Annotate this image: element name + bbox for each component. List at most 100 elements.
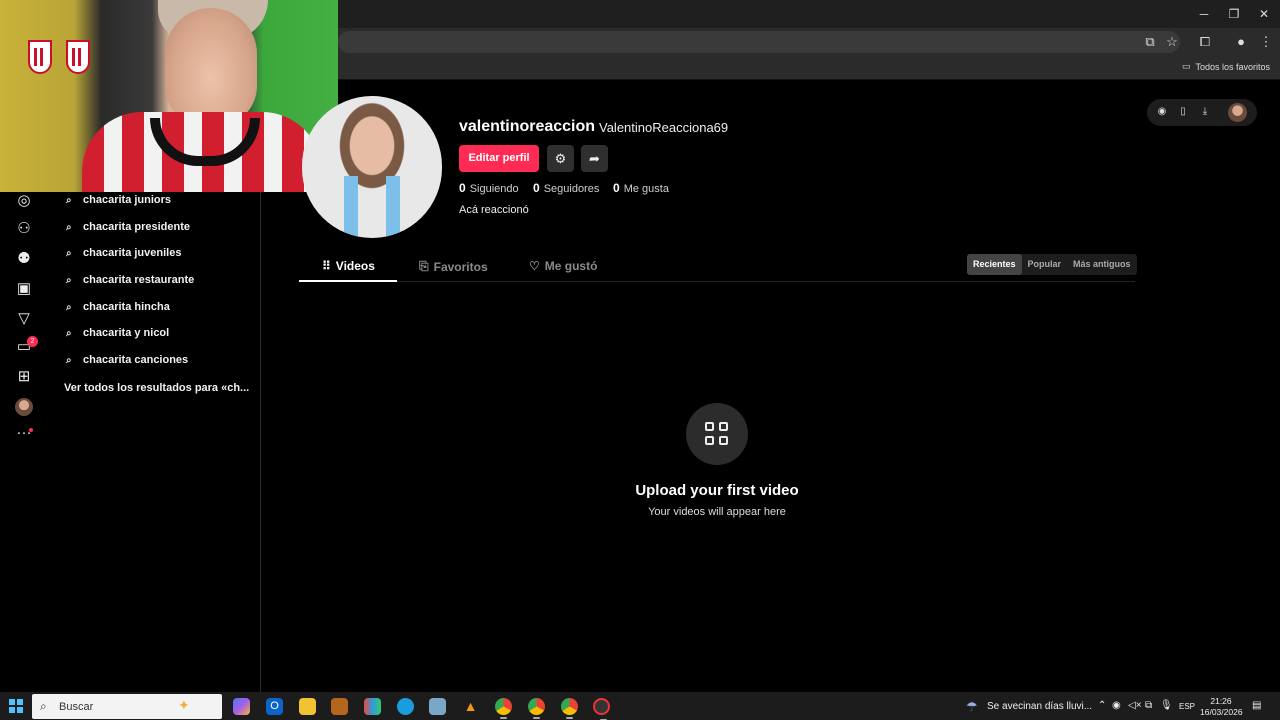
- jersey-stripe: [386, 176, 400, 238]
- clock-date: 16/03/2026: [1200, 707, 1243, 717]
- search-icon: ⌕: [40, 699, 47, 713]
- profile-avatar[interactable]: [15, 398, 33, 416]
- profile-avatar-icon[interactable]: ●: [1232, 33, 1250, 51]
- address-bar[interactable]: [338, 31, 1180, 53]
- tab-favorites[interactable]: ⎘ Favoritos: [419, 259, 488, 274]
- mobile-icon[interactable]: ▯: [1176, 105, 1190, 119]
- folder-icon: ▭: [1181, 61, 1191, 71]
- profile-bio: Acá reaccionó: [459, 204, 529, 216]
- windows-start-icon[interactable]: [9, 699, 23, 713]
- search-suggestion[interactable]: ⌕ chacarita canciones: [66, 351, 188, 369]
- left-sidebar: [0, 192, 261, 692]
- edit-profile-button[interactable]: Editar perfil: [459, 145, 539, 172]
- all-bookmarks-label: Todos los favoritos: [1195, 61, 1270, 72]
- search-suggestion[interactable]: ⌕ chacarita restaurante: [66, 271, 194, 289]
- likes-count: 0: [613, 181, 620, 195]
- webcam-overlay: [0, 0, 338, 192]
- winrar-icon[interactable]: [364, 698, 381, 715]
- outlook-icon[interactable]: O: [266, 698, 283, 715]
- search-icon: ⌕: [66, 327, 72, 339]
- microphone-icon[interactable]: 🎙: [1160, 700, 1173, 711]
- extensions-icon[interactable]: ⧠: [1196, 33, 1214, 51]
- active-tab-indicator: [299, 280, 397, 282]
- suggestion-label: chacarita canciones: [83, 354, 189, 366]
- weather-rain-icon: ☂: [966, 699, 978, 714]
- share-icon[interactable]: ➦: [581, 145, 608, 172]
- followers-stat[interactable]: 0 Seguidores: [533, 181, 599, 195]
- upload-icon[interactable]: ⊞: [14, 367, 34, 387]
- volume-icon[interactable]: ◁×: [1128, 700, 1142, 711]
- bookmark-star-icon[interactable]: ☆: [1163, 33, 1181, 51]
- live-icon[interactable]: ▣: [14, 279, 34, 299]
- tab-label: Videos: [335, 259, 375, 273]
- vlc-icon[interactable]: ▲: [462, 698, 479, 715]
- edge-icon[interactable]: [397, 698, 414, 715]
- search-suggestion[interactable]: ⌕ chacarita y nicol: [66, 324, 169, 342]
- coins-icon[interactable]: ◉: [1155, 105, 1169, 119]
- empty-grid-icon: [686, 403, 748, 465]
- tab-videos[interactable]: ⠿ Videos: [322, 259, 375, 273]
- taskbar-clock[interactable]: 21:26 16/03/2026: [1200, 696, 1243, 718]
- search-suggestion[interactable]: ⌕ chacarita presidente: [66, 218, 190, 236]
- search-suggestion[interactable]: ⌕ chacarita juveniles: [66, 244, 181, 262]
- inbox-send-icon[interactable]: ▽: [14, 309, 34, 329]
- search-suggestion[interactable]: ⌕ chacarita juniors: [66, 191, 171, 209]
- network-icon[interactable]: ⧉: [1145, 700, 1152, 711]
- followers-label: Seguidores: [543, 183, 600, 195]
- profile-photo[interactable]: [302, 96, 442, 238]
- sort-oldest[interactable]: Más antiguos: [1067, 254, 1137, 275]
- taskbar-search-label: Buscar: [59, 701, 94, 713]
- suggestion-label: chacarita restaurante: [83, 274, 195, 286]
- grid-icon: ⠿: [322, 259, 331, 273]
- restore-icon[interactable]: ❐: [1220, 4, 1248, 24]
- obs-icon[interactable]: [593, 698, 610, 720]
- suggestion-label: chacarita y nicol: [83, 327, 170, 339]
- weather-text[interactable]: Se avecinan días lluvi...: [987, 701, 1092, 712]
- explore-icon[interactable]: ◎: [14, 191, 34, 211]
- minimize-icon[interactable]: ─: [1190, 4, 1218, 24]
- following-count: 0: [459, 181, 466, 195]
- bookmark-icon: ⎘: [419, 259, 429, 273]
- tab-liked[interactable]: ♡ Me gustó: [529, 259, 597, 273]
- team-pennant-icon: [28, 40, 52, 74]
- search-icon: ⌕: [66, 274, 72, 286]
- search-highlight-icon: ✦: [178, 697, 190, 713]
- suggestion-label: chacarita juveniles: [83, 247, 182, 259]
- profile-username: valentinoreaccion: [459, 118, 596, 135]
- meet-icon[interactable]: ◉: [1112, 700, 1121, 711]
- streamer-face: [165, 8, 257, 126]
- suggestion-label: chacarita hincha: [83, 301, 170, 313]
- notifications-icon[interactable]: ▤: [1252, 700, 1261, 711]
- chrome-icon[interactable]: [495, 698, 512, 719]
- following-stat[interactable]: 0 Siguiendo: [459, 181, 519, 195]
- browser-menu-icon[interactable]: ⋮: [1257, 33, 1275, 51]
- install-app-icon[interactable]: ⧉: [1141, 33, 1159, 51]
- download-icon[interactable]: ⤓: [1198, 105, 1212, 119]
- jersey-stripe: [344, 176, 358, 238]
- account-avatar[interactable]: [1228, 103, 1247, 122]
- friends-icon[interactable]: ⚉: [14, 249, 34, 269]
- minecraft-icon[interactable]: [331, 698, 348, 715]
- notepad-icon[interactable]: [429, 698, 446, 715]
- messages-badge: 2: [27, 336, 38, 347]
- following-label: Siguiendo: [469, 183, 519, 195]
- chrome-window-icon[interactable]: [561, 698, 578, 719]
- sort-popular[interactable]: Popular: [1022, 254, 1068, 275]
- language-indicator[interactable]: ESP: [1179, 702, 1195, 711]
- chrome-profile-icon[interactable]: [528, 698, 545, 719]
- following-icon[interactable]: ⚇: [14, 219, 34, 239]
- chevron-up-icon[interactable]: ⌃: [1098, 700, 1106, 711]
- search-suggestion[interactable]: ⌕ chacarita hincha: [66, 298, 170, 316]
- notification-dot: [29, 428, 33, 432]
- tabs-divider: [299, 281, 1135, 282]
- more-icon[interactable]: ···: [14, 423, 34, 443]
- file-explorer-icon[interactable]: [299, 698, 316, 715]
- copilot-icon[interactable]: [233, 698, 250, 715]
- see-all-results-link[interactable]: Ver todos los resultados para «ch...: [64, 382, 249, 394]
- sort-recent[interactable]: Recientes: [967, 254, 1022, 275]
- settings-gear-icon[interactable]: ⚙: [547, 145, 574, 172]
- team-pennant-icon: [66, 40, 90, 74]
- likes-label: Me gusta: [623, 183, 669, 195]
- close-icon[interactable]: ✕: [1250, 4, 1278, 24]
- all-bookmarks-folder[interactable]: ▭ Todos los favoritos: [1182, 61, 1270, 72]
